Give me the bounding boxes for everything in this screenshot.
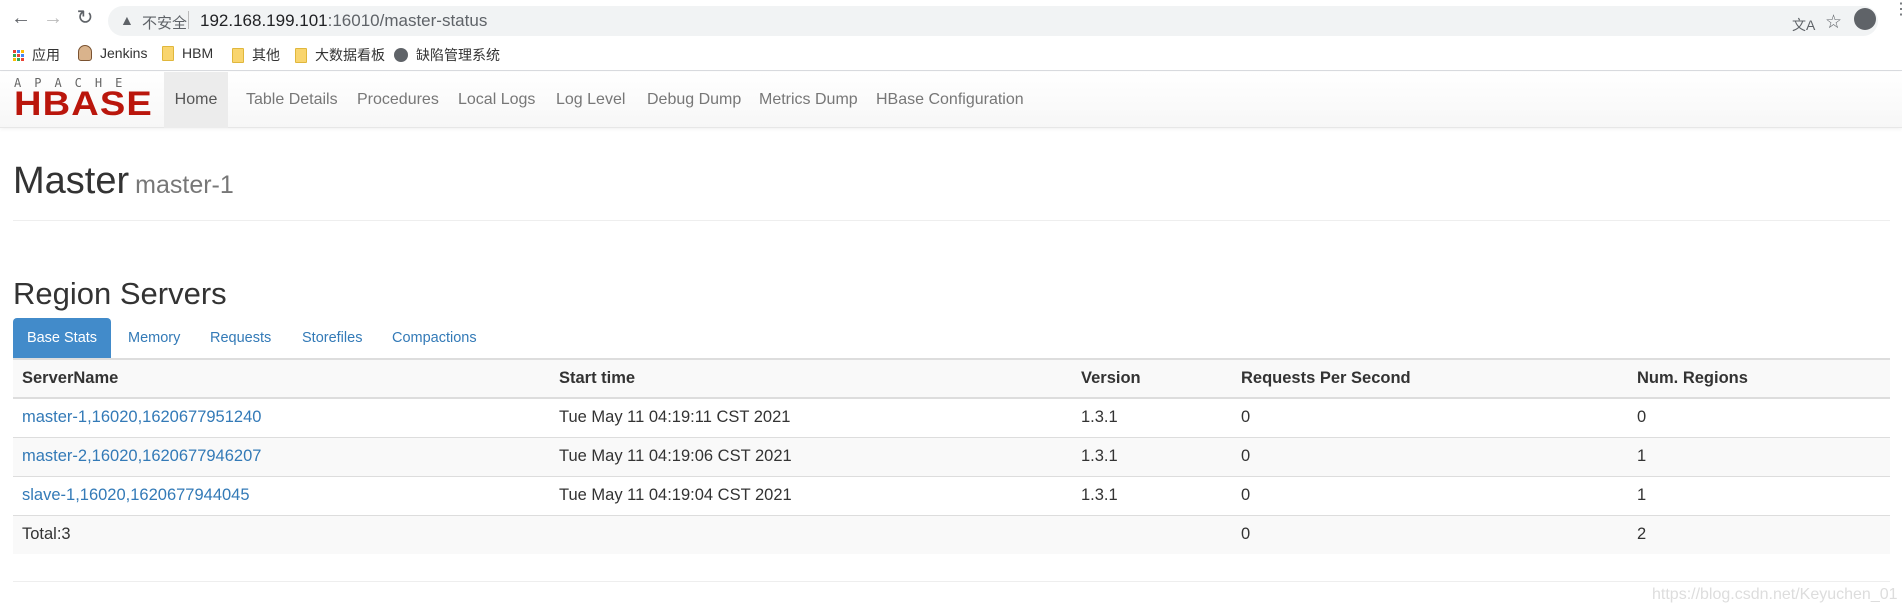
tab-compactions[interactable]: Compactions (392, 318, 477, 358)
star-icon[interactable]: ☆ (1825, 11, 1842, 34)
divider (188, 11, 189, 29)
start-time-cell: Tue May 11 04:19:06 CST 2021 (550, 436, 1072, 476)
nav-local-logs[interactable]: Local Logs (458, 72, 535, 128)
profile-avatar-icon[interactable] (1854, 8, 1876, 30)
bookmark-label: 缺陷管理系统 (416, 47, 500, 63)
start-time-cell: Tue May 11 04:19:04 CST 2021 (550, 475, 1072, 515)
tab-base-stats[interactable]: Base Stats (13, 318, 111, 358)
bookmark-label: HBM (182, 45, 214, 61)
page-title: Master master-1 (13, 160, 234, 203)
server-name-cell: slave-1,16020,1620677944045 (13, 475, 550, 515)
empty-cell (1072, 514, 1232, 554)
nav-log-level[interactable]: Log Level (556, 72, 625, 128)
regions-cell: 1 (1628, 436, 1890, 476)
table-row: slave-1,16020,1620677944045 Tue May 11 0… (13, 475, 1890, 515)
bookmark-label: 大数据看板 (315, 47, 385, 63)
total-regions: 2 (1628, 514, 1890, 554)
requests-cell: 0 (1232, 436, 1628, 476)
insecure-label: 不安全 (142, 15, 188, 32)
bookmark-apps[interactable]: 应用 (13, 45, 60, 65)
start-time-cell: Tue May 11 04:19:11 CST 2021 (550, 397, 1072, 437)
address-bar[interactable]: ▲ 不安全 192.168.199.101:16010/master-statu… (108, 6, 1878, 36)
server-name-cell: master-2,16020,1620677946207 (13, 436, 550, 476)
forward-icon[interactable]: → (42, 8, 64, 28)
requests-cell: 0 (1232, 397, 1628, 437)
hbase-logo[interactable]: APACHE HBASE (14, 77, 152, 123)
server-name-cell: master-1,16020,1620677951240 (13, 397, 550, 437)
apps-grid-icon (13, 49, 24, 61)
regions-cell: 0 (1628, 397, 1890, 437)
nav-home[interactable]: Home (164, 72, 228, 128)
folder-icon (232, 47, 244, 63)
page-title-text: Master (13, 160, 130, 202)
total-row: Total:3 0 2 (13, 514, 1890, 554)
nav-debug-dump[interactable]: Debug Dump (647, 72, 741, 128)
globe-icon (394, 48, 408, 62)
column-header: Num. Regions (1628, 359, 1890, 399)
total-label: Total:3 (13, 514, 550, 554)
bookmark-other[interactable]: 其他 (232, 45, 280, 65)
bookmark-hbm[interactable]: HBM (162, 45, 213, 61)
bookmark-dashboard[interactable]: 大数据看板 (295, 45, 385, 65)
tab-memory[interactable]: Memory (128, 318, 180, 358)
region-servers-heading: Region Servers (13, 276, 227, 311)
divider (13, 220, 1890, 221)
nav-table-details[interactable]: Table Details (246, 72, 338, 128)
version-cell: 1.3.1 (1072, 436, 1232, 476)
total-requests: 0 (1232, 514, 1628, 554)
column-header: Start time (550, 359, 1072, 399)
folder-icon (162, 45, 174, 61)
requests-cell: 0 (1232, 475, 1628, 515)
empty-cell (550, 514, 1072, 554)
menu-kebab-icon[interactable]: ⋮ (1893, 2, 1902, 18)
tab-storefiles[interactable]: Storefiles (302, 318, 362, 358)
server-link[interactable]: slave-1,16020,1620677944045 (22, 486, 250, 504)
bookmark-label: 应用 (32, 47, 60, 63)
translate-icon[interactable]: 文A (1792, 15, 1815, 35)
logo-hbase: HBASE (14, 85, 153, 123)
bookmark-jenkins[interactable]: Jenkins (78, 45, 147, 61)
server-link[interactable]: master-2,16020,1620677946207 (22, 447, 261, 465)
nav-metrics-dump[interactable]: Metrics Dump (759, 72, 858, 128)
column-header: Version (1072, 359, 1232, 399)
divider (13, 581, 1890, 582)
page-subtitle: master-1 (135, 171, 234, 199)
nav-hbase-configuration[interactable]: HBase Configuration (876, 72, 1024, 128)
url-path: :16010/master-status (327, 11, 488, 30)
reload-icon[interactable]: ↻ (74, 8, 96, 28)
version-cell: 1.3.1 (1072, 397, 1232, 437)
table-header-row: ServerName Start time Version Requests P… (13, 359, 1890, 399)
watermark: https://blog.csdn.net/Keyuchen_01 (1652, 586, 1898, 603)
column-header: Requests Per Second (1232, 359, 1628, 399)
bookmark-label: 其他 (252, 47, 280, 63)
url-host: 192.168.199.101 (200, 11, 328, 30)
bookmarks-bar: 应用 Jenkins HBM 其他 大数据看板 缺陷管理系统 (0, 36, 1902, 71)
folder-icon (295, 47, 307, 63)
nav-procedures[interactable]: Procedures (357, 72, 439, 128)
warning-icon: ▲ (120, 12, 134, 28)
url-text[interactable]: 192.168.199.101:16010/master-status (200, 11, 487, 31)
bookmark-label: Jenkins (100, 45, 148, 61)
table-row: master-1,16020,1620677951240 Tue May 11 … (13, 397, 1890, 437)
bookmark-defects[interactable]: 缺陷管理系统 (394, 45, 500, 65)
browser-toolbar: ← → ↻ ▲ 不安全 192.168.199.101:16010/master… (0, 0, 1902, 36)
region-servers-table: ServerName Start time Version Requests P… (13, 358, 1890, 554)
navbar: APACHE HBASE Home Table Details Procedur… (0, 72, 1902, 128)
column-header: ServerName (13, 359, 550, 399)
regions-cell: 1 (1628, 475, 1890, 515)
server-link[interactable]: master-1,16020,1620677951240 (22, 408, 261, 426)
tab-requests[interactable]: Requests (210, 318, 271, 358)
version-cell: 1.3.1 (1072, 475, 1232, 515)
jenkins-icon (78, 45, 92, 61)
table-row: master-2,16020,1620677946207 Tue May 11 … (13, 436, 1890, 476)
back-icon[interactable]: ← (10, 8, 32, 28)
